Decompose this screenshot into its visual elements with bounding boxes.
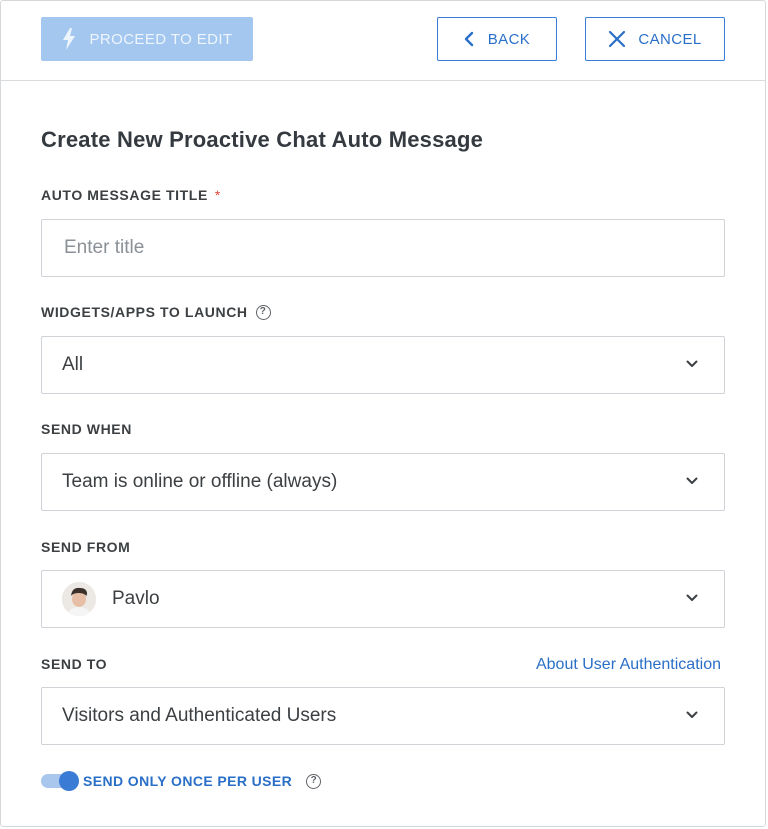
auto-message-title-input[interactable] [62, 236, 704, 260]
send-to-label-text: SEND TO [41, 656, 108, 672]
send-to-select[interactable]: Visitors and Authenticated Users [41, 687, 725, 745]
auto-message-title-label: AUTO MESSAGE TITLE * [41, 187, 221, 203]
proceed-to-edit-label: PROCEED TO EDIT [89, 30, 233, 48]
widgets-apps-label-text: WIDGETS/APPS TO LAUNCH [41, 304, 248, 320]
help-icon[interactable]: ? [306, 773, 322, 789]
send-once-label: SEND ONLY ONCE PER USER [83, 773, 293, 789]
send-from-selected-value: Pavlo [112, 588, 160, 609]
avatar [62, 582, 96, 616]
send-when-label-text: SEND WHEN [41, 421, 132, 437]
send-from-label: SEND FROM [41, 539, 130, 555]
widgets-apps-selected-value: All [62, 354, 84, 375]
proceed-to-edit-button[interactable]: PROCEED TO EDIT [41, 17, 253, 61]
back-label: BACK [487, 30, 531, 48]
chevron-down-icon [686, 711, 698, 719]
toggle-knob [59, 771, 79, 791]
toolbar: PROCEED TO EDIT BACK CANCEL [1, 1, 765, 81]
widgets-apps-label: WIDGETS/APPS TO LAUNCH ? [41, 304, 271, 320]
lightning-bolt-icon [62, 28, 76, 50]
chevron-left-icon [464, 31, 474, 47]
send-once-toggle[interactable] [41, 771, 79, 791]
cancel-label: CANCEL [638, 30, 702, 48]
send-when-label: SEND WHEN [41, 421, 132, 437]
back-button[interactable]: BACK [437, 17, 557, 61]
auto-message-title-label-text: AUTO MESSAGE TITLE [41, 187, 208, 203]
send-when-selected-value: Team is online or offline (always) [62, 471, 338, 492]
auto-message-title-field[interactable] [41, 219, 725, 277]
chevron-down-icon [686, 594, 698, 602]
about-user-authentication-link[interactable]: About User Authentication [536, 656, 721, 674]
chevron-down-icon [686, 477, 698, 485]
chevron-down-icon [686, 360, 698, 368]
send-from-select[interactable]: Pavlo [41, 570, 725, 628]
help-icon[interactable]: ? [255, 304, 271, 320]
send-from-label-text: SEND FROM [41, 539, 131, 555]
cancel-button[interactable]: CANCEL [585, 17, 725, 61]
close-icon [608, 30, 626, 48]
page-title: Create New Proactive Chat Auto Message [41, 127, 484, 152]
dialog-frame: PROCEED TO EDIT BACK CANCEL Create New P… [0, 0, 766, 827]
send-to-label: SEND TO [41, 656, 107, 672]
send-when-select[interactable]: Team is online or offline (always) [41, 453, 725, 511]
widgets-apps-select[interactable]: All [41, 336, 725, 394]
required-asterisk: * [214, 187, 221, 203]
send-once-row: SEND ONLY ONCE PER USER ? [41, 769, 322, 793]
send-to-selected-value: Visitors and Authenticated Users [62, 705, 337, 726]
